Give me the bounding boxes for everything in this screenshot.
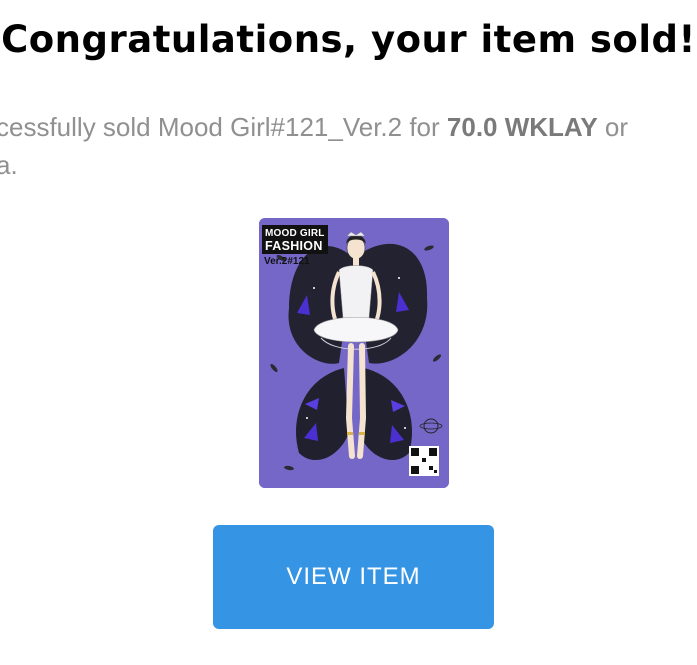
collection-category: FASHION: [265, 239, 323, 253]
sale-message-line2: a.: [0, 150, 18, 180]
sale-message: cessfully sold Mood Girl#121_Ver.2 for 7…: [0, 108, 697, 184]
page-title: Congratulations, your item sold!: [1, 18, 696, 61]
sale-message-text: cessfully sold Mood Girl#121_Ver.2 for: [0, 112, 447, 142]
collection-badge: MOOD GIRL FASHION: [262, 225, 328, 254]
sale-confirmation-page: Congratulations, your item sold! cessful…: [0, 0, 697, 665]
sale-price: 70.0 WKLAY: [446, 112, 598, 142]
item-image: MOOD GIRL FASHION Ver.2#121: [259, 218, 449, 488]
view-item-button[interactable]: VIEW ITEM: [213, 525, 494, 629]
sale-message-suffix: or: [597, 112, 629, 142]
edition-label: Ver.2#121: [264, 256, 310, 267]
